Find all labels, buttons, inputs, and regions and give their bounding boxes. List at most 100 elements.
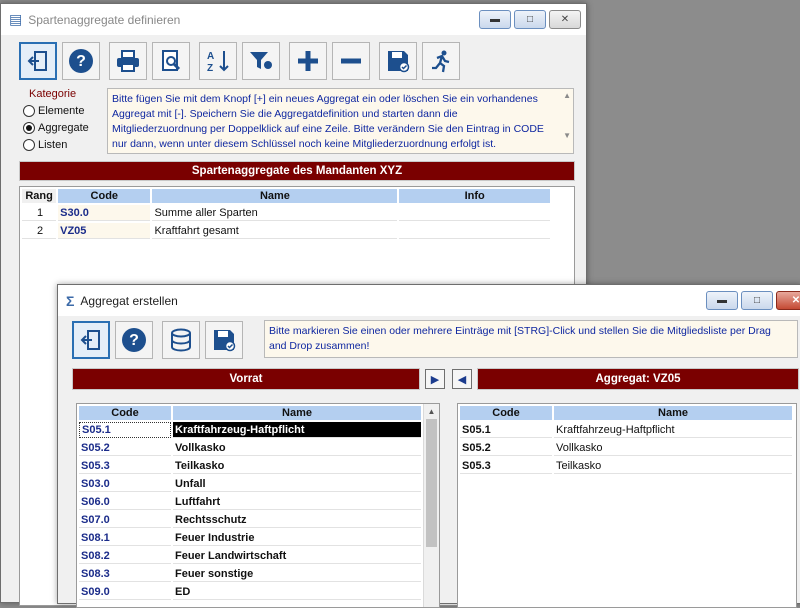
radio-icon <box>23 138 35 151</box>
maximize-button[interactable]: □ <box>741 291 773 310</box>
column-header-info[interactable]: Info <box>399 189 550 203</box>
radio-listen[interactable]: Listen <box>23 136 105 153</box>
list-item[interactable]: S05.2 Vollkasko <box>460 440 792 456</box>
window-titlebar[interactable]: ▤ Spartenaggregate definieren ▬ □ ✕ <box>1 4 586 35</box>
run-button[interactable] <box>422 42 460 80</box>
column-header-code[interactable]: Code <box>460 406 552 420</box>
table-row[interactable]: 1 S30.0 Summe aller Sparten <box>22 205 550 221</box>
window-title: Aggregat erstellen <box>80 293 178 308</box>
aggregat-grid: Code Name S05.1 Kraftfahrzeug-Haftpflicht… <box>457 403 797 608</box>
print-button[interactable] <box>109 42 147 80</box>
print-preview-button[interactable] <box>152 42 190 80</box>
plus-icon <box>298 51 318 71</box>
help-icon: ? <box>69 49 93 73</box>
aggregat-header: Aggregat: VZ05 <box>477 368 799 390</box>
exit-icon <box>27 51 47 71</box>
list-item[interactable]: S03.0 Unfall <box>79 476 421 492</box>
close-button[interactable]: ✕ <box>776 291 800 310</box>
remove-button[interactable] <box>332 42 370 80</box>
name-cell: Summe aller Sparten <box>152 205 398 221</box>
kategorie-group: Kategorie Elemente Aggregate Listen <box>23 88 105 158</box>
help-scrollbar[interactable]: ▲ ▼ <box>563 91 571 141</box>
filter-button[interactable] <box>242 42 280 80</box>
vorrat-grid: Code Name S05.1 Kraftfahrzeug-Haftpflicht… <box>76 403 440 608</box>
filter-icon <box>250 52 272 69</box>
name-cell: Kraftfahrt gesamt <box>152 223 398 239</box>
exit-icon <box>80 330 100 350</box>
list-item[interactable]: S05.1 Kraftfahrzeug-Haftpflicht <box>460 422 792 438</box>
database-icon <box>171 328 191 352</box>
help-button[interactable]: ? <box>62 42 100 80</box>
save-button[interactable] <box>205 321 243 359</box>
database-button[interactable] <box>162 321 200 359</box>
column-header-code[interactable]: Code <box>58 189 151 203</box>
svg-text:A: A <box>207 51 214 62</box>
radio-elemente[interactable]: Elemente <box>23 102 105 119</box>
kategorie-label: Kategorie <box>29 88 77 100</box>
window-titlebar[interactable]: Σ Aggregat erstellen ▬ □ ✕ <box>58 285 800 316</box>
triangle-left-icon: ◀ <box>457 373 467 386</box>
radio-aggregate[interactable]: Aggregate <box>23 119 105 136</box>
exit-button[interactable] <box>19 42 57 80</box>
column-header-rang[interactable]: Rang <box>22 189 57 203</box>
radio-checked-icon <box>23 121 35 134</box>
svg-text:?: ? <box>129 332 139 349</box>
minus-icon <box>341 58 361 64</box>
vorrat-header: Vorrat <box>72 368 420 390</box>
column-header-code[interactable]: Code <box>79 406 171 420</box>
radio-icon <box>23 104 35 117</box>
list-item[interactable]: S05.1 Kraftfahrzeug-Haftpflicht <box>79 422 421 438</box>
list-item[interactable]: S07.0 Rechtsschutz <box>79 512 421 528</box>
close-button[interactable]: ✕ <box>549 10 581 29</box>
aggregate-table: Rang Code Name Info 1 S30.0 Summe aller … <box>20 187 552 241</box>
list-item[interactable]: S06.0 Luftfahrt <box>79 494 421 510</box>
window-title: Spartenaggregate definieren <box>28 12 181 27</box>
triangle-right-icon: ▶ <box>430 373 440 386</box>
running-man-icon <box>432 50 450 73</box>
printer-icon <box>117 50 139 72</box>
maximize-button[interactable]: □ <box>514 10 546 29</box>
add-button[interactable] <box>289 42 327 80</box>
move-right-button[interactable]: ▶ <box>425 369 445 389</box>
aggregat-erstellen-window: Σ Aggregat erstellen ▬ □ ✕ ? Bitte marki… <box>57 284 800 608</box>
list-item[interactable]: S08.1 Feuer Industrie <box>79 530 421 546</box>
info-cell <box>399 223 550 239</box>
list-item[interactable]: S05.3 Teilkasko <box>460 458 792 474</box>
help-text-panel: Bitte fügen Sie mit dem Knopf [+] ein ne… <box>107 88 574 154</box>
info-cell <box>399 205 550 221</box>
column-header-name[interactable]: Name <box>554 406 792 420</box>
code-cell: VZ05 <box>58 223 151 239</box>
minimize-button[interactable]: ▬ <box>479 10 511 29</box>
exit-button[interactable] <box>72 321 110 359</box>
list-item[interactable]: S08.3 Feuer sonstige <box>79 566 421 582</box>
scroll-up-icon[interactable]: ▲ <box>424 407 439 416</box>
save-icon <box>388 51 410 73</box>
scroll-thumb[interactable] <box>426 419 437 547</box>
list-item[interactable]: S09.0 ED <box>79 584 421 600</box>
help-text-panel: Bitte markieren Sie einen oder mehrere E… <box>264 320 798 358</box>
section-header: Spartenaggregate des Mandanten XYZ <box>19 161 575 181</box>
help-button[interactable]: ? <box>115 321 153 359</box>
column-header-name[interactable]: Name <box>152 189 398 203</box>
rang-cell: 1 <box>22 205 57 221</box>
rang-cell: 2 <box>22 223 57 239</box>
minimize-button[interactable]: ▬ <box>706 291 738 310</box>
help-icon: ? <box>122 328 146 352</box>
code-cell: S30.0 <box>58 205 151 221</box>
svg-text:?: ? <box>76 53 86 70</box>
svg-text:Z: Z <box>207 63 213 74</box>
sigma-icon: Σ <box>66 292 75 309</box>
sort-az-icon: AZ <box>207 51 229 74</box>
save-icon <box>214 330 236 352</box>
column-header-name[interactable]: Name <box>173 406 421 420</box>
move-left-button[interactable]: ◀ <box>452 369 472 389</box>
app-icon: ▤ <box>9 11 23 27</box>
save-button[interactable] <box>379 42 417 80</box>
sort-button[interactable]: AZ <box>199 42 237 80</box>
list-item[interactable]: S05.2 Vollkasko <box>79 440 421 456</box>
table-row[interactable]: 2 VZ05 Kraftfahrt gesamt <box>22 223 550 239</box>
list-item[interactable]: S08.2 Feuer Landwirtschaft <box>79 548 421 564</box>
aggregat-table: Code Name S05.1 Kraftfahrzeug-Haftpflicht… <box>458 404 794 476</box>
list-item[interactable]: S05.3 Teilkasko <box>79 458 421 474</box>
vorrat-scrollbar[interactable]: ▲ <box>423 404 439 607</box>
